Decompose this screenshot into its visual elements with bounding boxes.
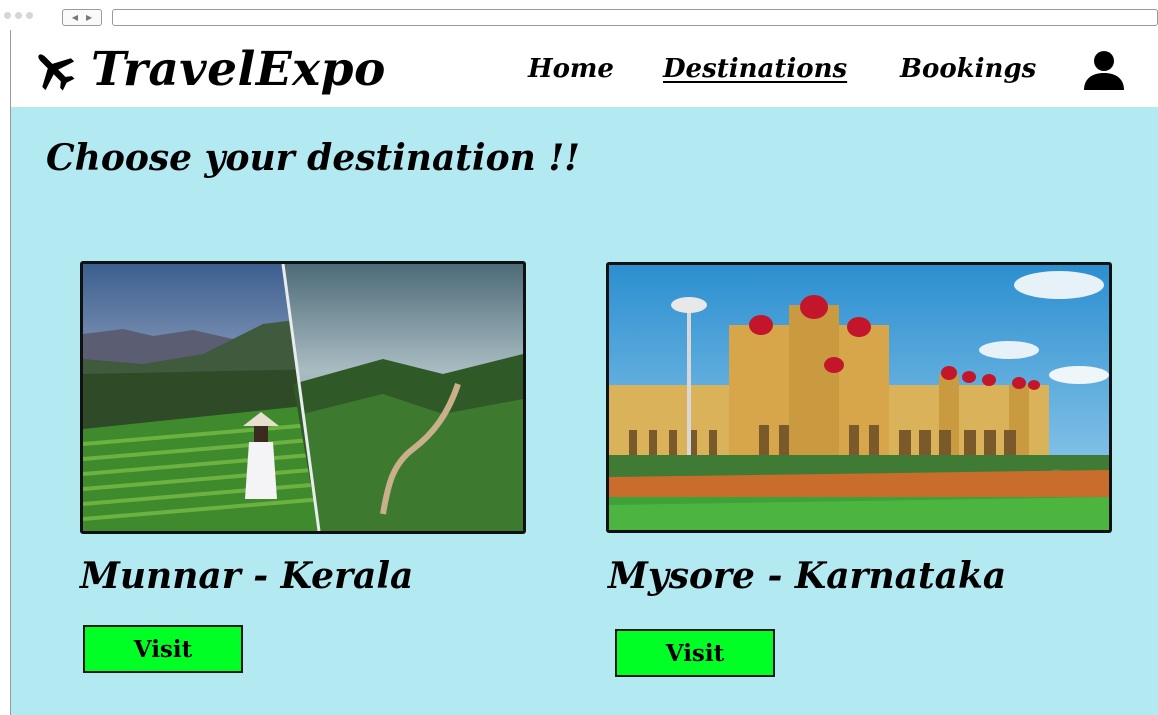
window-controls [4,12,33,19]
visit-munnar-button[interactable]: Visit [83,625,243,673]
forward-arrow-icon[interactable]: ▶ [86,13,92,22]
destination-title-munnar: Munnar - Kerala [80,555,414,597]
zoom-window-button[interactable] [26,12,33,19]
back-forward-buttons[interactable]: ◀ ▶ [62,9,102,26]
close-window-button[interactable] [4,12,11,19]
mysore-image[interactable] [606,262,1112,533]
mysore-palace-image [609,265,1109,530]
site-header: TravelExpo Home Destinations Bookings [11,34,1158,107]
browser-chrome: ◀ ▶ [0,0,1158,30]
munnar-image[interactable] [80,261,526,534]
nav-destinations-link[interactable]: Destinations [663,54,847,84]
user-icon[interactable] [1082,50,1126,90]
destination-title-mysore: Mysore - Karnataka [608,555,1007,597]
nav-home-link[interactable]: Home [528,54,614,84]
brand-name: TravelExpo [91,42,386,97]
nav-bookings-link[interactable]: Bookings [900,54,1036,84]
visit-mysore-button[interactable]: Visit [615,629,775,677]
site-logo[interactable]: TravelExpo [31,42,386,97]
main-content: Choose your destination !! Munnar - Kera… [11,107,1158,715]
address-bar[interactable] [112,9,1158,26]
tea-plantation-image [83,264,523,531]
page-title: Choose your destination !! [46,137,580,179]
airplane-icon [38,53,75,90]
minimize-window-button[interactable] [15,12,22,19]
back-arrow-icon[interactable]: ◀ [72,13,78,22]
